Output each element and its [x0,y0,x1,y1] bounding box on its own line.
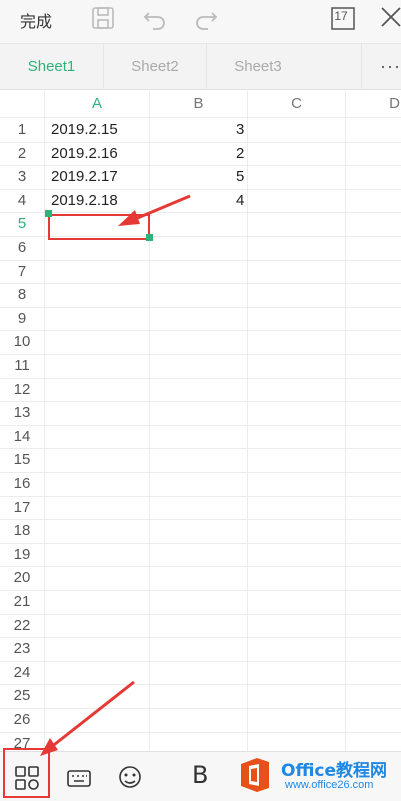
row-header[interactable]: 17 [0,496,44,520]
grid-line [247,91,248,751]
sheet-tabbar: Sheet1 Sheet2 Sheet3 ··· [0,44,401,90]
grid-line [345,91,346,751]
grid-line [0,566,401,568]
grid-line [0,637,401,639]
row-header[interactable]: 13 [0,401,44,425]
selection-handle[interactable] [45,210,52,217]
row-header[interactable]: 3 [0,165,44,189]
row-header[interactable]: 20 [0,566,44,590]
grid-line [0,424,401,426]
tab-sheet3[interactable]: Sheet3 [207,44,309,90]
grid-line [0,684,401,686]
more-icon[interactable]: ··· [380,56,401,77]
redo-icon[interactable] [192,4,220,32]
undo-icon[interactable] [141,4,169,32]
row-header[interactable]: 23 [0,637,44,661]
watermark-title: Office教程网 [281,761,388,781]
row-header[interactable]: 6 [0,236,44,260]
cell-a4[interactable]: 2019.2.18 [51,189,118,213]
grid-line [149,91,150,751]
cell-a1[interactable]: 2019.2.15 [51,118,118,142]
grid-line [0,354,401,355]
calendar-day: 17 [334,9,348,23]
active-cell-selection[interactable] [48,214,150,240]
grid-line [0,708,401,709]
grid-line [0,613,401,615]
row-header[interactable]: 19 [0,543,44,567]
office-logo-icon [241,758,269,792]
row-header[interactable]: 26 [0,708,44,732]
row-header[interactable]: 21 [0,590,44,614]
row-header[interactable]: 15 [0,448,44,472]
row-header[interactable]: 5 [0,212,44,236]
grid-line [0,495,401,497]
tab-divider [361,44,362,90]
grid-line [0,660,401,662]
grid-line [0,306,401,308]
tab-sheet1[interactable]: Sheet1 [0,44,103,90]
row-header[interactable]: 18 [0,519,44,543]
grid-line [0,472,401,473]
row-header[interactable]: 14 [0,425,44,449]
grid-line [0,448,401,450]
grid-line [0,590,401,591]
cell-c2[interactable]: 2 [236,142,244,166]
grid-line [0,377,401,379]
row-header[interactable]: 9 [0,307,44,331]
bold-button[interactable]: B [192,761,208,789]
keyboard-icon[interactable] [65,764,93,792]
row-header[interactable]: 4 [0,189,44,213]
row-header[interactable]: 10 [0,330,44,354]
grid-line [0,731,401,733]
row-header[interactable]: 7 [0,260,44,284]
watermark-logo: Office教程网 www.office26.com [237,752,401,798]
row-header[interactable]: 24 [0,661,44,685]
grid-line [0,542,401,544]
column-header-a[interactable]: A [45,91,149,117]
row-header[interactable]: 25 [0,684,44,708]
row-header[interactable]: 12 [0,378,44,402]
cell-c3[interactable]: 5 [236,165,244,189]
row-header[interactable]: 1 [0,118,44,142]
row-header[interactable]: 2 [0,142,44,166]
grid-line [0,259,401,261]
row-header[interactable]: 11 [0,354,44,378]
grid-line [0,401,401,403]
selection-handle[interactable] [146,234,153,241]
top-toolbar: 完成 17 [0,0,401,44]
column-header-b[interactable]: B [150,91,247,117]
tab-sheet2[interactable]: Sheet2 [104,44,206,90]
cell-c1[interactable]: 3 [236,118,244,142]
cell-a3[interactable]: 2019.2.17 [51,165,118,189]
row-header[interactable]: 22 [0,614,44,638]
grid-line [0,330,401,332]
watermark-url: www.office26.com [285,779,374,791]
grid-line [0,283,401,285]
spreadsheet-grid[interactable]: A B C D 1 2 3 4 5 6 7 8 9 10 11 12 13 14 15 16 17 18 19 20 2… [0,91,401,751]
row-header[interactable]: 8 [0,283,44,307]
grid-line [0,519,401,521]
annotation-highlight-box [3,748,50,798]
close-icon[interactable] [378,4,401,32]
done-button[interactable]: 完成 [20,8,52,32]
column-header-d[interactable]: D [346,91,401,117]
cell-c4[interactable]: 4 [236,189,244,213]
cell-a2[interactable]: 2019.2.16 [51,142,118,166]
save-icon[interactable] [89,4,117,32]
emoji-icon[interactable] [116,764,144,792]
row-header[interactable]: 16 [0,472,44,496]
column-header-c[interactable]: C [248,91,345,117]
grid-line [44,91,45,751]
